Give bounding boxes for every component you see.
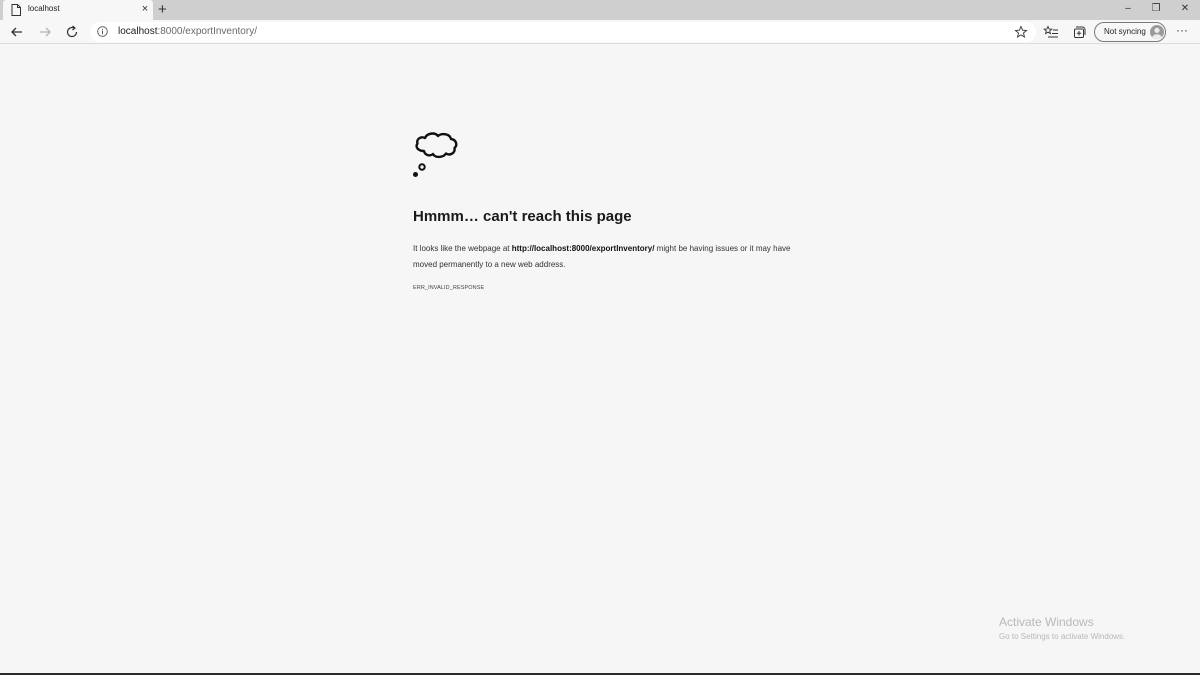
avatar (1150, 25, 1164, 39)
page-icon (11, 4, 21, 16)
watermark-title: Activate Windows (999, 615, 1094, 629)
error-code: ERR_INVALID_RESPONSE (413, 285, 485, 291)
new-tab-button[interactable]: + (158, 1, 167, 18)
url-path: :8000/exportInventory/ (157, 26, 257, 37)
favorites-icon[interactable] (1043, 24, 1059, 40)
url-text[interactable]: localhost:8000/exportInventory/ (118, 26, 257, 37)
watermark-subtitle: Go to Settings to activate Windows. (999, 632, 1126, 641)
more-options-button[interactable]: ··· (1176, 23, 1188, 37)
activation-watermark: Activate Windows Go to Settings to activ… (999, 615, 1125, 641)
close-window-button[interactable]: ✕ (1177, 2, 1193, 16)
browser-tab[interactable]: localhost × (3, 0, 153, 20)
tab-close-button[interactable]: × (140, 3, 150, 15)
thought-cloud-icon (413, 132, 458, 177)
info-icon[interactable] (97, 26, 108, 37)
minimize-button[interactable]: – (1120, 2, 1136, 16)
browser-toolbar: localhost:8000/exportInventory/ Not sync… (0, 20, 1200, 44)
collections-icon[interactable] (1071, 24, 1087, 40)
profile-label: Not syncing (1104, 27, 1146, 36)
error-message: It looks like the webpage at http://loca… (413, 241, 798, 272)
star-icon[interactable] (1014, 25, 1028, 39)
error-url: http://localhost:8000/exportInventory/ (511, 244, 655, 253)
avatar-silhouette-icon (1152, 27, 1162, 39)
error-page: Hmmm… can't reach this page It looks lik… (0, 45, 1200, 673)
refresh-icon[interactable] (64, 24, 80, 40)
restore-button[interactable]: ❐ (1148, 2, 1164, 16)
message-prefix: It looks like the webpage at (413, 244, 512, 253)
profile-button[interactable]: Not syncing (1094, 22, 1166, 42)
url-host: localhost (118, 26, 158, 37)
tab-title: localhost (28, 4, 60, 13)
address-bar[interactable]: localhost:8000/exportInventory/ (90, 22, 1036, 42)
back-arrow-icon[interactable] (9, 24, 25, 40)
error-heading: Hmmm… can't reach this page (413, 208, 632, 225)
forward-arrow-icon[interactable] (37, 24, 53, 40)
tab-strip: localhost × + – ❐ ✕ (0, 0, 1200, 20)
